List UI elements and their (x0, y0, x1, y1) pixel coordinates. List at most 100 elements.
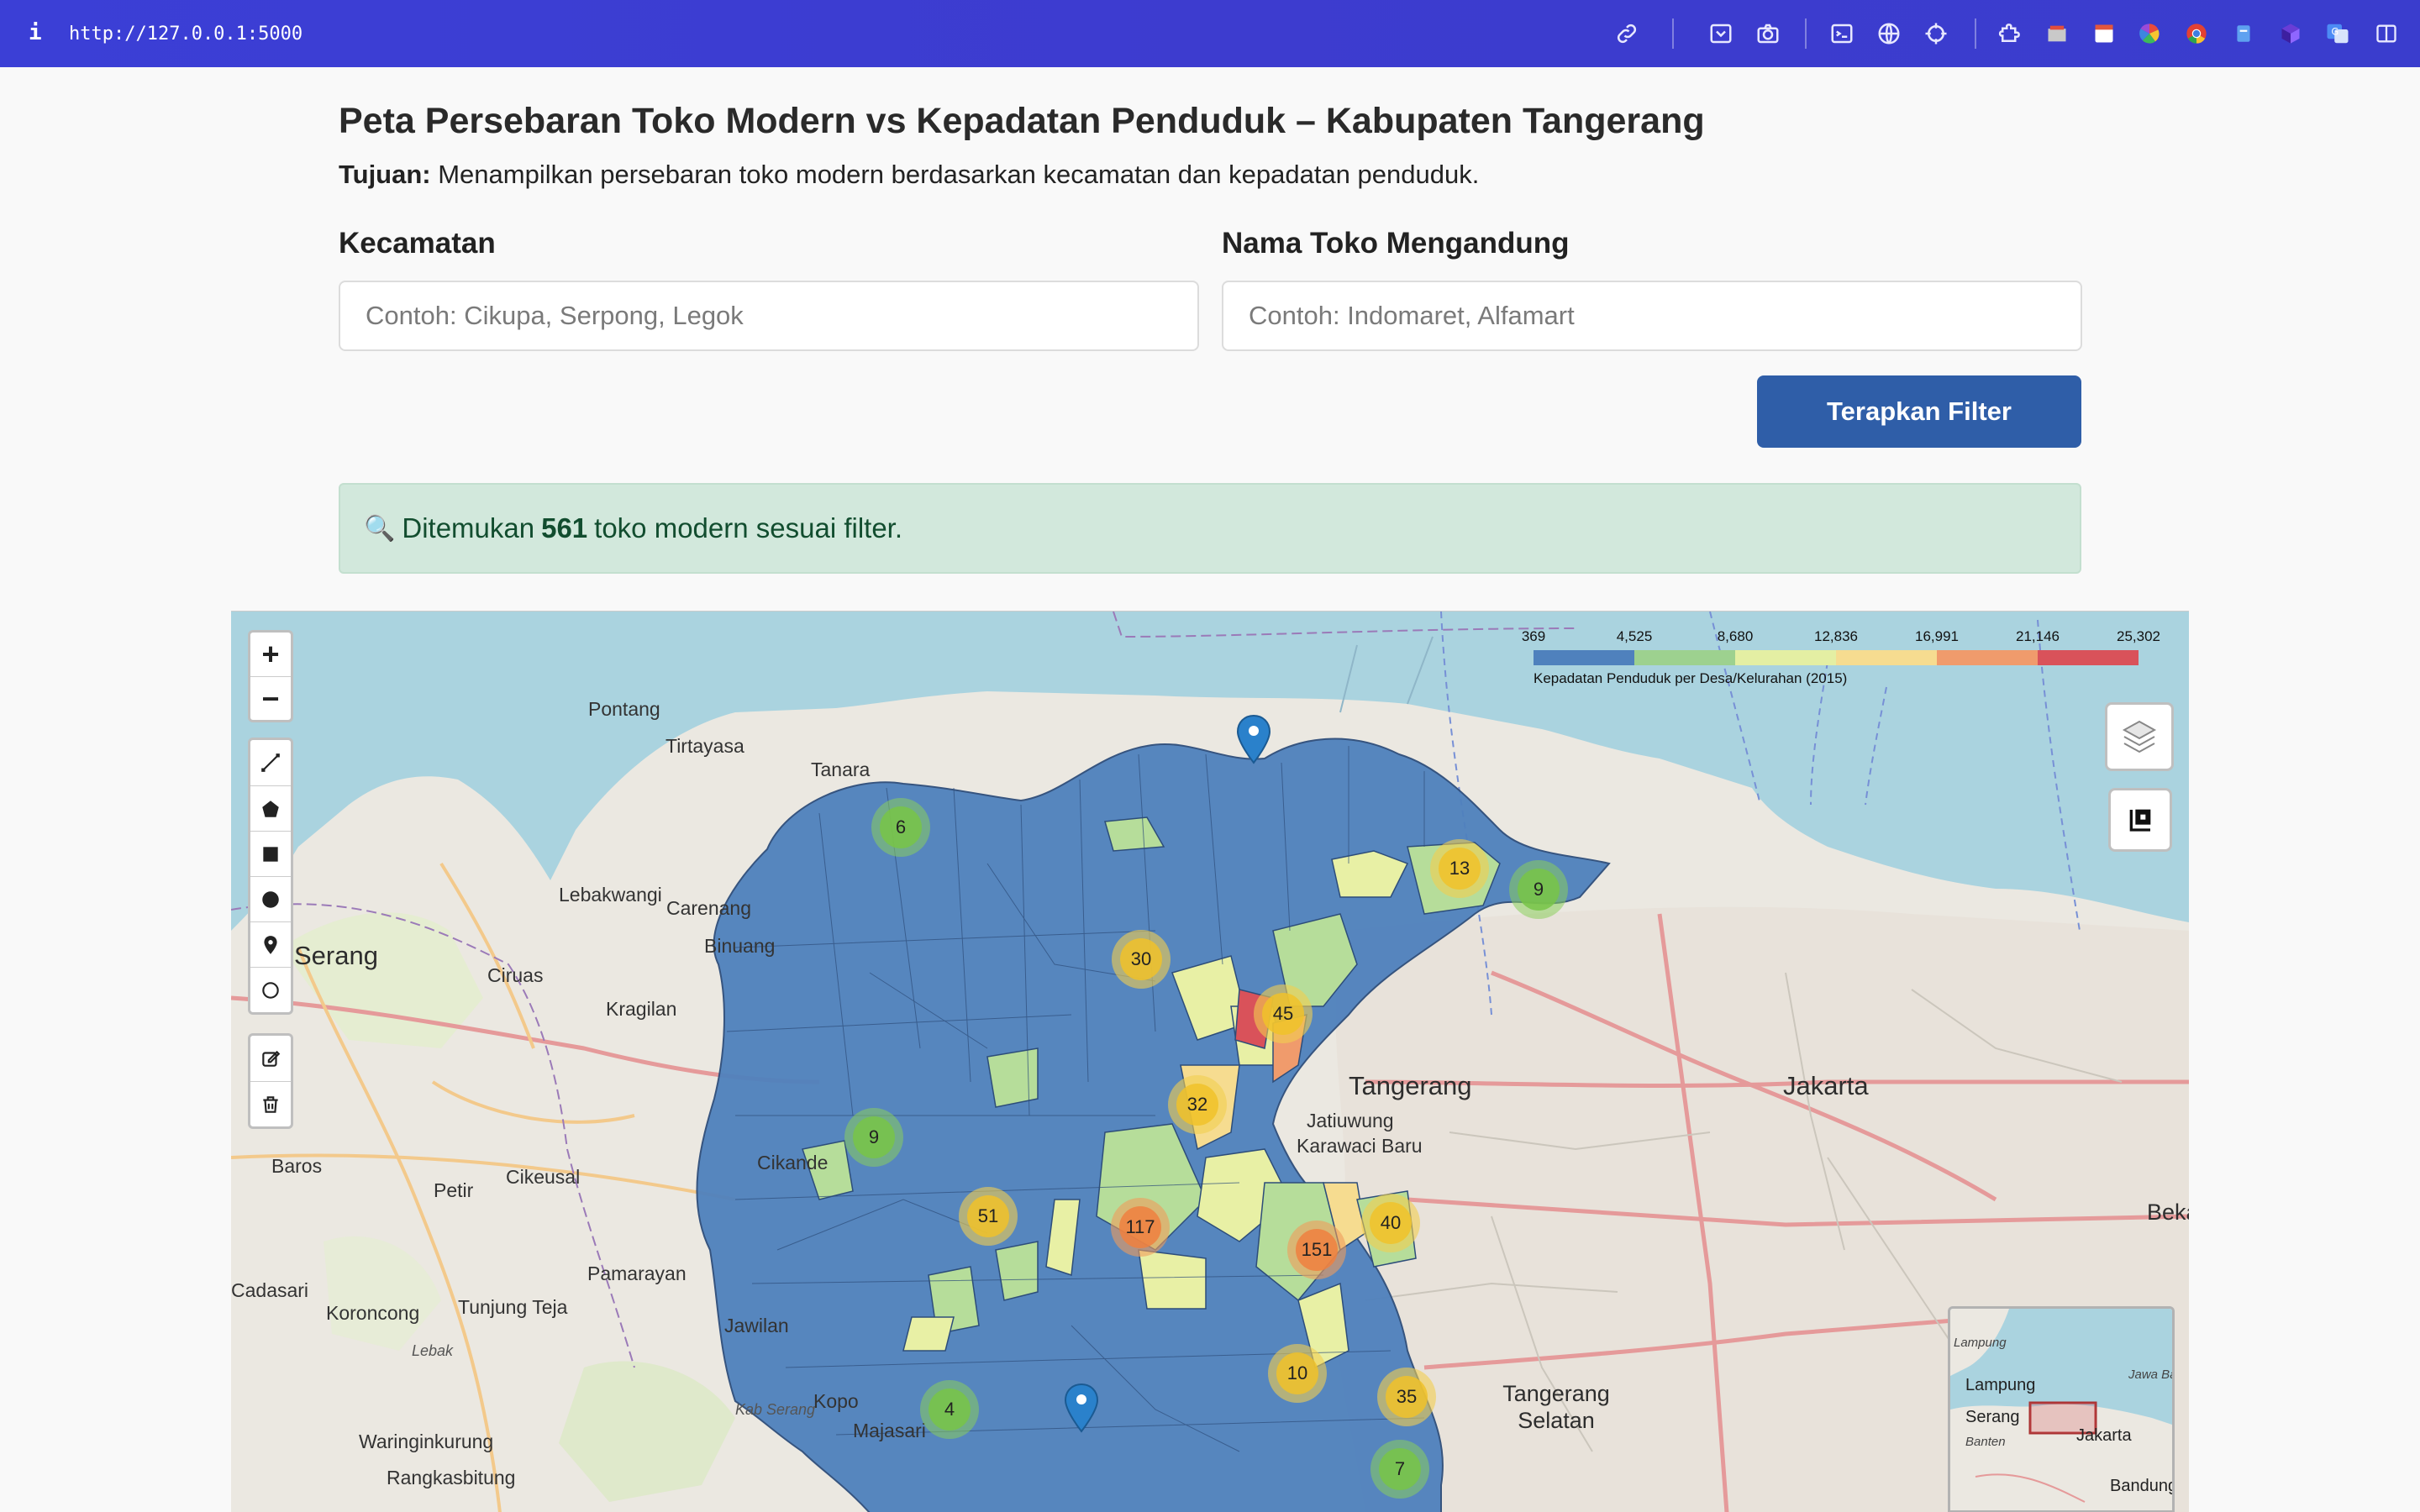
map-label-rangkasbitung: Rangkasbitung (387, 1467, 516, 1488)
layer-control-button[interactable] (2105, 702, 2174, 771)
map-pin-icon[interactable] (1235, 714, 1272, 764)
cluster-count: 30 (1120, 938, 1162, 980)
marker-icon (264, 935, 277, 954)
extensions-icon[interactable] (1995, 18, 2025, 49)
density-legend: 369 4,525 8,680 12,836 16,991 21,146 25,… (1517, 628, 2172, 704)
crosshair-icon[interactable] (1921, 18, 1951, 49)
rectangle-icon (263, 846, 278, 862)
sidebar-toggle-icon[interactable] (2371, 18, 2402, 49)
map-label-karawaci-baru: Karawaci Baru (1297, 1135, 1423, 1157)
cluster-count: 32 (1176, 1084, 1218, 1126)
minimap-label: Bandung (2110, 1477, 2175, 1495)
toko-name-input[interactable] (1222, 281, 2082, 351)
purpose-text: Menampilkan persebaran toko modern berda… (430, 160, 1480, 189)
extension-cube-icon[interactable] (2275, 18, 2306, 49)
zoom-control: + − (248, 630, 293, 722)
minimap-label: Banten (1965, 1435, 2006, 1449)
minimap-label: Lampung (1965, 1376, 2036, 1394)
marker-cluster[interactable]: 9 (844, 1108, 903, 1167)
marker-cluster[interactable]: 6 (871, 798, 930, 857)
marker-cluster[interactable]: 117 (1111, 1198, 1170, 1257)
map-label-koroncong: Koroncong (326, 1302, 420, 1324)
terminal-icon[interactable] (1827, 18, 1857, 49)
cluster-count: 9 (1518, 869, 1560, 911)
extension-calendar-icon[interactable] (2089, 18, 2119, 49)
draw-polygon-button[interactable] (250, 785, 291, 831)
draw-rectangle-button[interactable] (250, 831, 291, 876)
cluster-count: 7 (1379, 1448, 1421, 1490)
browser-toolbar: i http://127.0.0.1:5000 G (0, 0, 2420, 67)
cluster-count: 40 (1370, 1202, 1412, 1244)
draw-polyline-button[interactable] (250, 740, 291, 785)
map-label-kragilan: Kragilan (606, 998, 677, 1020)
marker-cluster[interactable]: 13 (1430, 839, 1489, 898)
extension-chrome-icon[interactable] (2181, 18, 2212, 49)
link-icon[interactable] (1612, 18, 1642, 49)
marker-cluster[interactable]: 7 (1370, 1440, 1429, 1499)
map-label-kopo: Kopo (813, 1390, 859, 1412)
edit-icon (262, 1050, 281, 1067)
marker-cluster[interactable]: 32 (1168, 1075, 1227, 1134)
map-container[interactable]: Pontang Tirtayasa Tanara Lebakwangi Care… (231, 611, 2189, 1512)
marker-cluster[interactable]: 9 (1509, 860, 1568, 919)
minimap-label: Jakarta (2076, 1426, 2132, 1445)
result-count: 561 (541, 512, 588, 543)
kecamatan-input[interactable] (339, 281, 1199, 351)
magnifier-icon: 🔍 (364, 514, 396, 543)
minimap-icon (2129, 809, 2151, 832)
marker-cluster[interactable]: 45 (1254, 984, 1313, 1043)
site-info-icon[interactable]: i (29, 20, 42, 45)
legend-caption: Kepadatan Penduduk per Desa/Kelurahan (2… (1534, 670, 1848, 686)
map-label-tangerang: Tangerang (1349, 1071, 1472, 1100)
map-label-cikeusal: Cikeusal (506, 1166, 581, 1188)
draw-circlemarker-button[interactable] (250, 967, 291, 1012)
minimap-toggle-button[interactable] (2108, 788, 2172, 852)
screenshot-area-icon[interactable] (1706, 18, 1736, 49)
purpose-label: Tujuan: (339, 160, 431, 189)
legend-tick: 369 (1521, 628, 1546, 644)
page-title: Peta Persebaran Toko Modern vs Kepadatan… (339, 101, 1705, 141)
cluster-count: 10 (1276, 1352, 1318, 1394)
cluster-count: 45 (1262, 993, 1304, 1035)
legend-swatch (2038, 650, 2139, 665)
edit-layers-button[interactable] (250, 1036, 291, 1081)
address-bar[interactable]: http://127.0.0.1:5000 (69, 24, 302, 45)
marker-cluster[interactable]: 4 (920, 1380, 979, 1439)
toolbar-divider (1672, 18, 1674, 49)
marker-cluster[interactable]: 51 (959, 1187, 1018, 1246)
map-label-binuang: Binuang (704, 935, 776, 957)
layers-icon (2122, 720, 2157, 753)
kecamatan-label: Kecamatan (339, 227, 496, 260)
draw-marker-button[interactable] (250, 921, 291, 967)
marker-cluster[interactable]: 30 (1112, 930, 1171, 989)
map-label-pamarayan: Pamarayan (587, 1263, 687, 1284)
legend-tick: 21,146 (2016, 628, 2060, 644)
marker-cluster[interactable]: 151 (1287, 1221, 1346, 1279)
draw-circle-button[interactable] (250, 876, 291, 921)
extension-colorpicker-icon[interactable] (2134, 18, 2165, 49)
marker-cluster[interactable]: 35 (1377, 1368, 1436, 1426)
marker-cluster[interactable]: 40 (1361, 1194, 1420, 1252)
map-pin-icon[interactable] (1063, 1383, 1100, 1433)
polygon-icon (262, 800, 279, 817)
map-label-waringinkurung: Waringinkurung (359, 1431, 494, 1452)
toolbar-divider (1975, 18, 1976, 49)
apply-filter-button[interactable]: Terapkan Filter (1757, 375, 2081, 448)
map-label-serang: Serang (294, 941, 378, 970)
delete-layers-button[interactable] (250, 1081, 291, 1126)
marker-cluster[interactable]: 10 (1268, 1344, 1327, 1403)
minimap[interactable]: Lampung Lampung Serang Jakarta Banten Ba… (1948, 1306, 2175, 1512)
cluster-count: 6 (880, 806, 922, 848)
globe-icon[interactable] (1874, 18, 1904, 49)
map-label-bekasi: Bekasi (2147, 1200, 2189, 1225)
extension-archive-icon[interactable] (2042, 18, 2072, 49)
camera-icon[interactable] (1753, 18, 1783, 49)
legend-swatch (1836, 650, 1937, 665)
cluster-count: 117 (1119, 1206, 1161, 1248)
zoom-in-button[interactable]: + (250, 633, 291, 676)
extension-docs-icon[interactable] (2228, 18, 2259, 49)
legend-swatch (1534, 650, 1634, 665)
zoom-out-button[interactable]: − (250, 676, 291, 720)
cluster-count: 4 (929, 1389, 971, 1431)
extension-translate-icon[interactable]: G (2323, 18, 2353, 49)
